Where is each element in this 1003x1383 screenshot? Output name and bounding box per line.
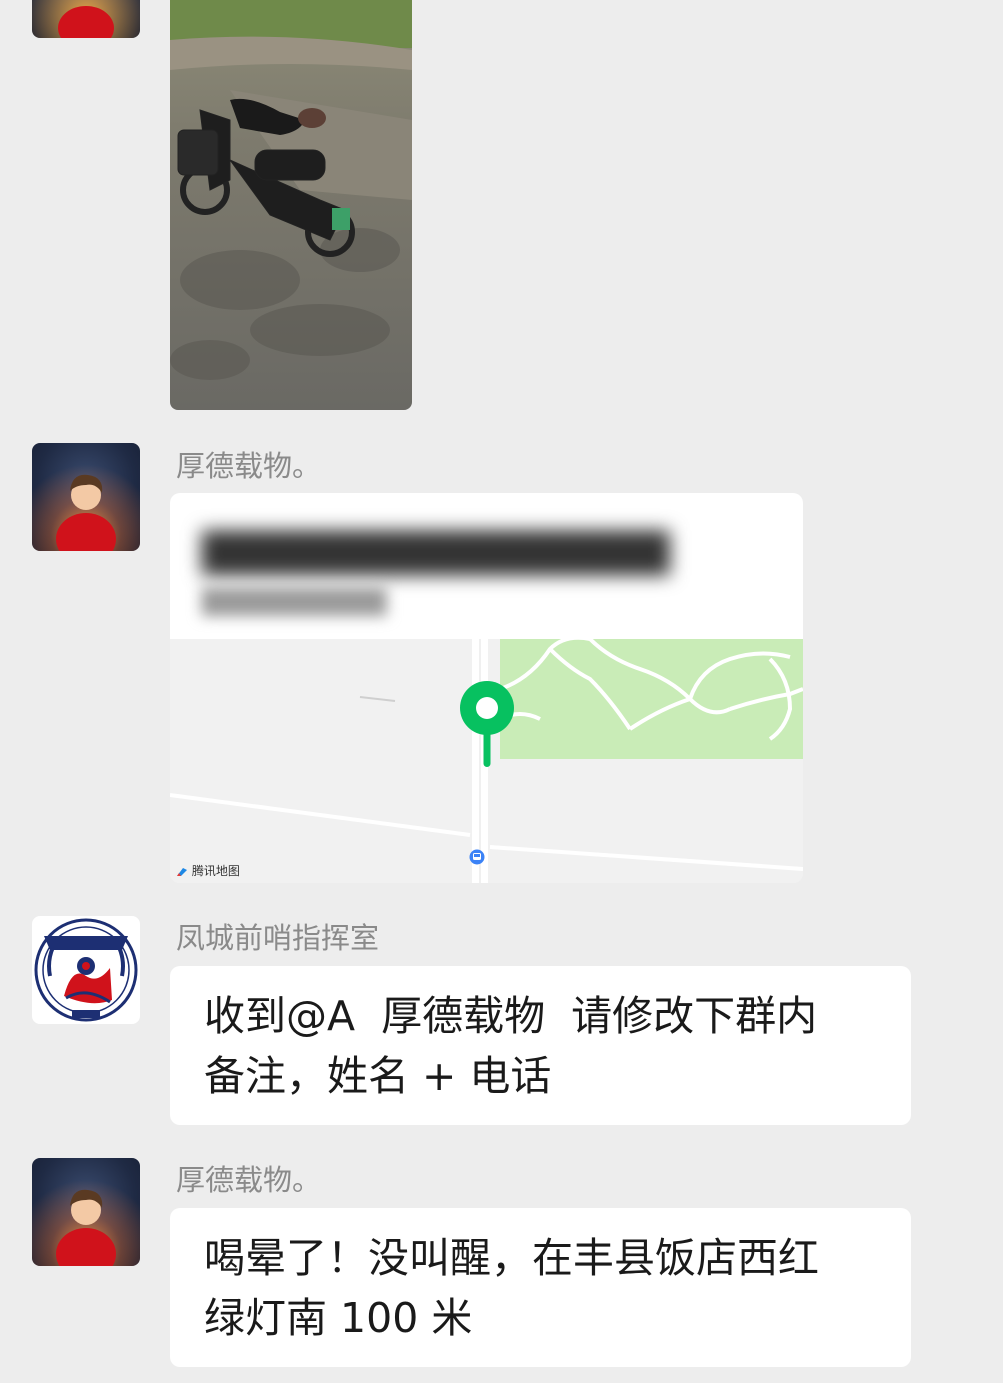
map-preview[interactable]: 腾讯地图	[170, 635, 803, 883]
sender-avatar-police-emblem[interactable]	[32, 916, 140, 1024]
text-message-bubble[interactable]: 收到@A 厚德载物 请修改下群内 备注，姓名 + 电话	[170, 966, 911, 1125]
location-address-blurred: ██████████	[202, 588, 387, 616]
avatar-person-image	[32, 0, 140, 38]
message-line: 喝晕了！没叫醒，在丰县饭店西红	[204, 1234, 819, 1282]
map-attribution-label: 腾讯地图	[191, 864, 240, 878]
map-attribution: 腾讯地图	[176, 862, 240, 879]
scooter-photo	[170, 0, 412, 410]
sender-avatar[interactable]	[32, 1158, 140, 1266]
location-title-blurred: ████████████████	[202, 531, 670, 575]
avatar-person-image	[32, 443, 140, 551]
message-line: 绿灯南 100 米	[204, 1294, 473, 1342]
text-message-bubble[interactable]: 喝晕了！没叫醒，在丰县饭店西红 绿灯南 100 米	[170, 1208, 911, 1367]
map-pin-icon	[460, 681, 514, 767]
message-line: 备注，姓名 + 电话	[204, 1052, 552, 1100]
tencent-map-logo-icon	[177, 867, 187, 876]
police-emblem-icon	[34, 918, 138, 1022]
bus-stop-icon	[469, 849, 485, 865]
photo-message[interactable]	[170, 0, 412, 410]
sender-avatar[interactable]	[32, 443, 140, 551]
avatar-person-image	[32, 1158, 140, 1266]
sender-name: 厚德载物。	[176, 1163, 322, 1197]
sender-avatar[interactable]	[32, 0, 140, 38]
message-line: 收到@A 厚德载物 请修改下群内	[204, 992, 818, 1040]
location-card[interactable]: ████████████████ ██████████ 腾讯地图	[170, 493, 803, 883]
sender-name: 凤城前哨指挥室	[176, 921, 380, 955]
sender-name: 厚德载物。	[176, 449, 322, 483]
